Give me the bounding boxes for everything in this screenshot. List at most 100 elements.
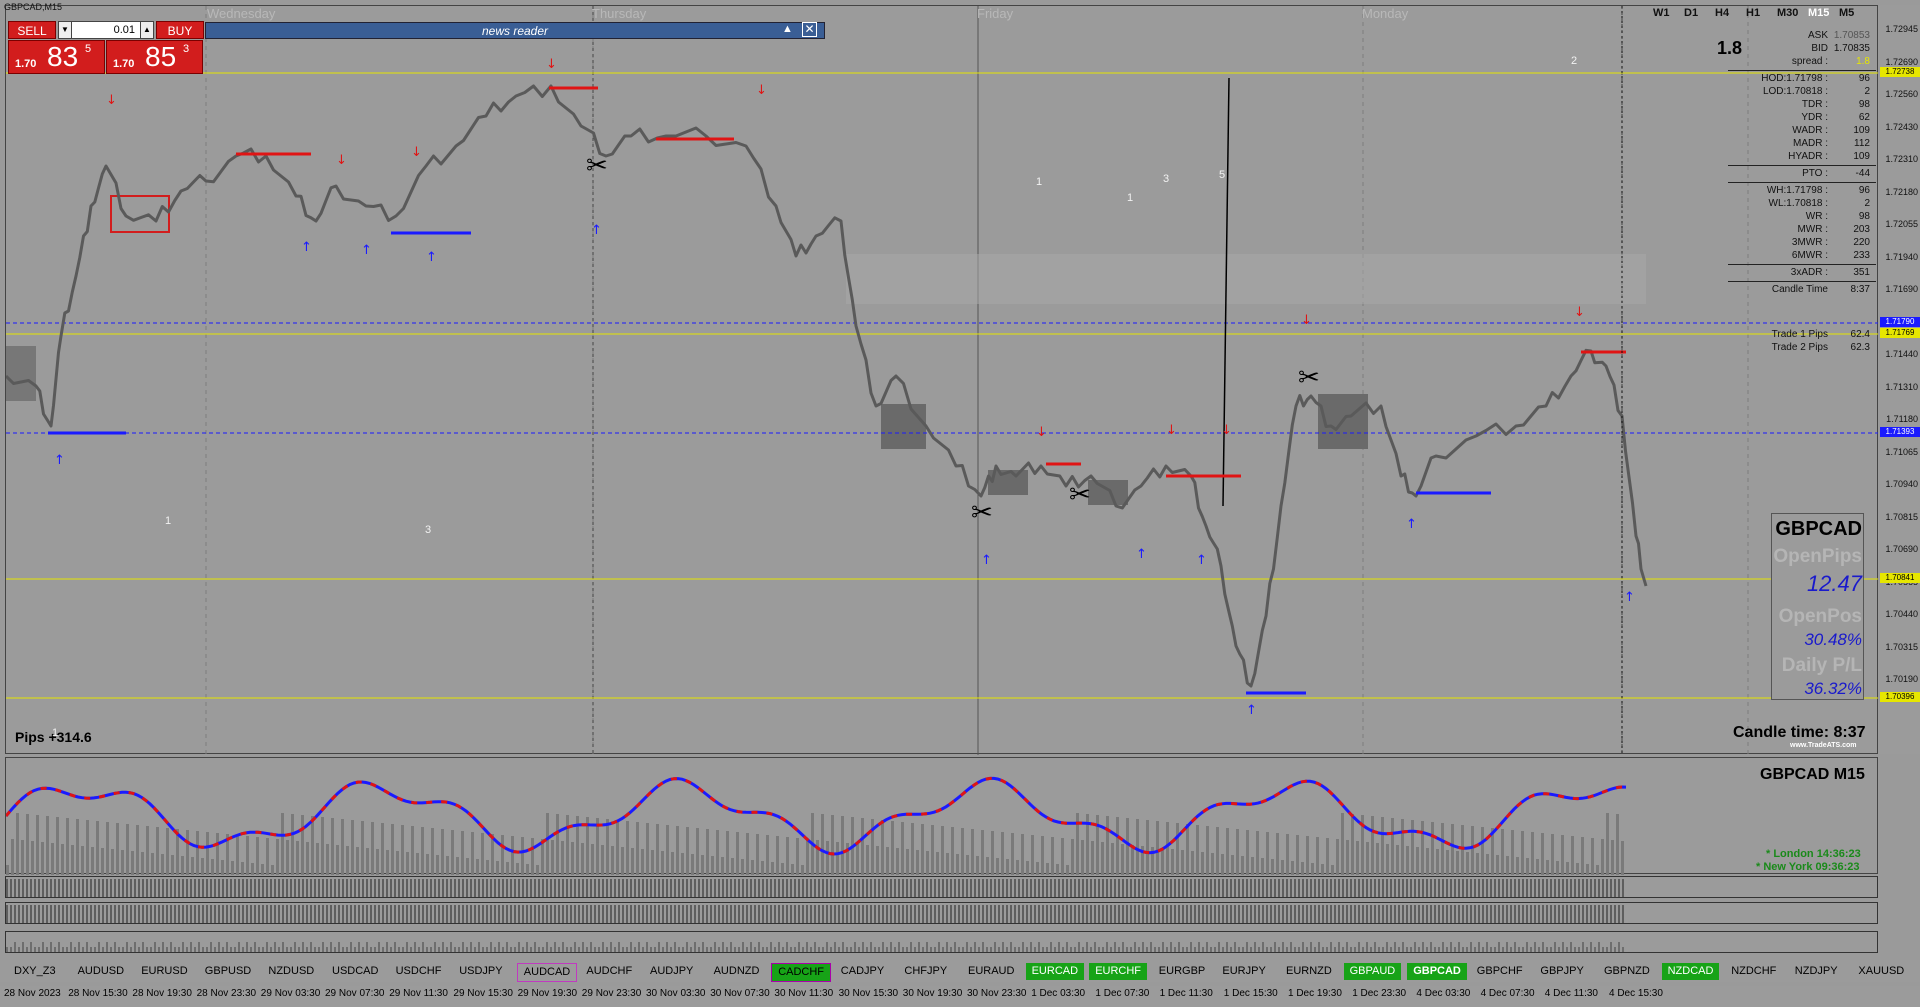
timeframe-w1[interactable]: W1 <box>1653 7 1670 19</box>
strip-2-canvas <box>6 905 1624 923</box>
indicator-strip-2[interactable] <box>5 902 1878 924</box>
strip-bar <box>550 879 552 897</box>
strip-bar <box>1610 942 1612 952</box>
timeframe-m30[interactable]: M30 <box>1777 7 1798 19</box>
strip-bar <box>1162 905 1164 923</box>
strip-bar <box>1202 879 1204 897</box>
strip-bar <box>78 942 80 952</box>
symbol-eurusd[interactable]: EURUSD <box>135 963 193 980</box>
symbol-usdjpy[interactable]: USDJPY <box>453 963 508 980</box>
strip-bar <box>1530 905 1532 923</box>
symbol-eurjpy[interactable]: EURJPY <box>1216 963 1271 980</box>
timeframe-d1[interactable]: D1 <box>1684 7 1698 19</box>
strip-bar <box>1258 947 1260 952</box>
symbol-chfjpy[interactable]: CHFJPY <box>898 963 953 980</box>
stat-row: WL:1.70818 :2 <box>1728 198 1876 210</box>
buy-button[interactable]: BUY <box>156 21 204 39</box>
strip-bar <box>702 942 704 952</box>
histogram-bar <box>416 853 419 875</box>
symbol-cadchf[interactable]: CADCHF <box>771 963 832 982</box>
strip-bar <box>1134 942 1136 952</box>
histogram-bar <box>551 840 554 875</box>
symbol-gbpusd[interactable]: GBPUSD <box>199 963 257 980</box>
histogram-bar <box>516 863 519 875</box>
symbol-euraud[interactable]: EURAUD <box>962 963 1020 980</box>
histogram-bar <box>1436 849 1439 875</box>
timeframe-m5[interactable]: M5 <box>1839 7 1854 19</box>
strip-bar <box>938 905 940 923</box>
symbol-eurcad[interactable]: EURCAD <box>1025 963 1085 980</box>
symbol-eurnzd[interactable]: EURNZD <box>1280 963 1338 980</box>
strip-bar <box>1598 879 1600 897</box>
symbol-gbpchf[interactable]: GBPCHF <box>1471 963 1529 980</box>
symbol-audchf[interactable]: AUDCHF <box>580 963 638 980</box>
strip-bar <box>294 942 296 952</box>
strip-bar <box>758 905 760 923</box>
strip-bar <box>1330 879 1332 897</box>
symbol-gbpaud[interactable]: GBPAUD <box>1343 963 1402 980</box>
oscillator-canvas[interactable] <box>6 758 1879 875</box>
histogram-bar <box>1616 814 1619 875</box>
close-icon[interactable]: ✕ <box>802 22 817 37</box>
separator <box>1728 165 1876 166</box>
strip-bar <box>1274 942 1276 952</box>
strip-bar <box>538 905 540 923</box>
strip-bar <box>302 942 304 952</box>
main-price-chart[interactable]: ↓ ↓ ↓ ↓ ↓ ↓ ↓ ↓ ↓ ↓ ↑ ↑ ↑ ↑ ↑ ↑ ↑ ↑ ↑ ↑ ↑ ✂ ✂ ✂ ✂ <box>5 5 1879 755</box>
lot-decrease-icon[interactable]: ▼ <box>58 21 72 39</box>
histogram-bar <box>946 853 949 875</box>
symbol-nzdjpy[interactable]: NZDJPY <box>1789 963 1844 980</box>
symbol-usdcad[interactable]: USDCAD <box>326 963 384 980</box>
symbol-nzdusd[interactable]: NZDUSD <box>262 963 320 980</box>
symbol-nzdchf[interactable]: NZDCHF <box>1725 963 1782 980</box>
symbol-audusd[interactable]: AUDUSD <box>72 963 130 980</box>
strip-bar <box>902 905 904 923</box>
strip-bar <box>326 947 328 952</box>
strip-bar <box>1190 942 1192 952</box>
strip-bar <box>1074 879 1076 897</box>
price-axis[interactable]: 1.72945 1.72690 1.72560 1.72430 1.72310 1.721… <box>1878 5 1920 754</box>
timeframe-h1[interactable]: H1 <box>1746 7 1760 19</box>
histogram-bar <box>1116 817 1119 875</box>
strip-bar <box>382 947 384 952</box>
symbol-audnzd[interactable]: AUDNZD <box>708 963 766 980</box>
symbol-dxyz3[interactable]: DXY_Z3 <box>8 963 62 980</box>
scissors-icon: ✂ <box>971 498 993 528</box>
histogram-bar <box>56 817 59 875</box>
strip-bar <box>1222 879 1224 897</box>
indicator-strip-1[interactable] <box>5 876 1878 898</box>
symbol-usdchf[interactable]: USDCHF <box>390 963 448 980</box>
collapse-icon[interactable]: ▲ <box>782 23 793 35</box>
symbol-eurgbp[interactable]: EURGBP <box>1153 963 1211 980</box>
buy-quote[interactable]: 1.70 85 3 <box>106 40 203 74</box>
strip-bar <box>982 942 984 952</box>
histogram-bar <box>111 849 114 875</box>
symbol-gbpnzd[interactable]: GBPNZD <box>1598 963 1656 980</box>
price-chart-canvas[interactable]: ↓↓↓↓↓↓ ↓ ↓↓↓↑↑ ↑ ↑↑↑ ↑ ↑↑↑↑✂✂✂✂ <box>6 6 1879 755</box>
strip-bar <box>602 942 604 952</box>
candle-time-row: Candle Time 8:37 <box>1728 284 1876 296</box>
histogram-bar <box>1301 862 1304 875</box>
symbol-nzdcad[interactable]: NZDCAD <box>1661 963 1720 980</box>
timeframe-m15[interactable]: M15 <box>1808 7 1829 19</box>
oscillator-subchart[interactable] <box>5 757 1879 875</box>
stat-row-value: 96 <box>1858 73 1870 84</box>
strip-bar <box>522 879 524 897</box>
time-tick: 1 Dec 23:30 <box>1352 988 1407 999</box>
symbol-gbpjpy[interactable]: GBPJPY <box>1534 963 1589 980</box>
news-reader-bar[interactable]: news reader <box>205 22 825 39</box>
lot-increase-icon[interactable]: ▲ <box>140 21 154 39</box>
sell-button[interactable]: SELL <box>8 21 56 39</box>
sell-quote[interactable]: 1.70 83 5 <box>8 40 105 74</box>
strip-bar <box>1510 879 1512 897</box>
buy-quote-pips: 85 <box>145 41 177 72</box>
symbol-audjpy[interactable]: AUDJPY <box>644 963 699 980</box>
indicator-strip-3[interactable] <box>5 931 1878 953</box>
symbol-audcad[interactable]: AUDCAD <box>516 963 578 982</box>
symbol-gbpcad[interactable]: GBPCAD <box>1407 963 1467 980</box>
histogram-bar <box>81 846 84 875</box>
symbol-eurchf[interactable]: EURCHF <box>1089 963 1148 980</box>
symbol-xauusd[interactable]: XAUUSD <box>1852 963 1910 980</box>
timeframe-h4[interactable]: H4 <box>1715 7 1729 19</box>
symbol-cadjpy[interactable]: CADJPY <box>835 963 890 980</box>
